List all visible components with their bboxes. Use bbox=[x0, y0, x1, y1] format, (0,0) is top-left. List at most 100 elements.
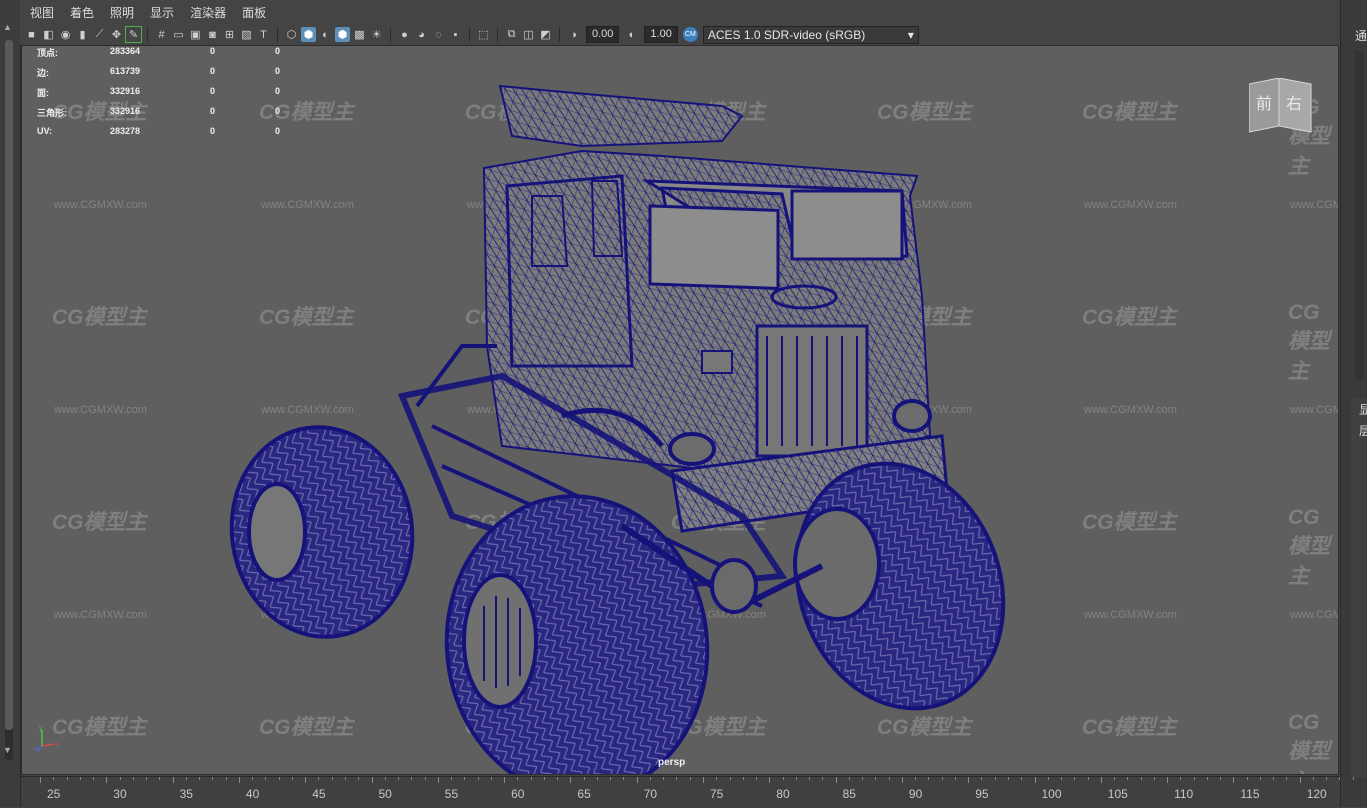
panel-menu-bar: 视图 着色 照明 显示 渲染器 面板 bbox=[20, 0, 1340, 24]
time-slider[interactable]: 25 30 35 40 45 50 55 60 65 70 75 80 85 90 95 100 105 110 1… bbox=[21, 776, 1354, 808]
xray-joints-icon[interactable]: ⧉ bbox=[504, 27, 519, 42]
menu-lighting[interactable]: 照明 bbox=[102, 4, 142, 21]
timeline-tick-mark bbox=[185, 777, 187, 780]
ambient-occlusion-icon[interactable]: ◕ bbox=[414, 27, 429, 42]
timeline-tick-mark bbox=[862, 777, 864, 780]
film-gate-icon[interactable]: ▭ bbox=[171, 27, 186, 42]
viewcube-right-label: 右 bbox=[1286, 94, 1302, 113]
safe-title-icon[interactable]: T bbox=[256, 27, 271, 42]
view-cube[interactable]: 前 右 bbox=[1249, 78, 1313, 138]
timeline-tick-mark bbox=[384, 777, 386, 780]
resolution-gate-icon[interactable]: ▣ bbox=[188, 27, 203, 42]
scroll-up-icon[interactable]: ▲ bbox=[3, 22, 12, 32]
timeline-tick-mark bbox=[1233, 777, 1235, 783]
backface-culling-icon[interactable]: ◩ bbox=[538, 27, 553, 42]
bookmark-flag-icon[interactable]: ▮ bbox=[75, 27, 90, 42]
left-scrollbar-thumb[interactable] bbox=[5, 40, 13, 730]
timeline-tick-mark bbox=[610, 777, 612, 780]
timeline-tick-mark bbox=[1352, 777, 1354, 780]
shadows-icon[interactable]: ● bbox=[397, 27, 412, 42]
2d-pan-zoom-icon[interactable]: ✥ bbox=[109, 27, 124, 42]
xray-active-icon[interactable]: ◫ bbox=[521, 27, 536, 42]
select-camera-icon[interactable]: ■ bbox=[24, 27, 39, 42]
timeline-tick-mark bbox=[1127, 777, 1129, 780]
timeline-tick-mark bbox=[490, 777, 492, 780]
menu-shading[interactable]: 着色 bbox=[62, 4, 102, 21]
timeline-tick-mark bbox=[782, 777, 784, 780]
timeline-tick-mark bbox=[318, 777, 320, 780]
timeline-tick-mark bbox=[729, 777, 731, 780]
chevron-down-icon: ▾ bbox=[907, 27, 914, 42]
timeline-tick-mark bbox=[1047, 777, 1049, 780]
timeline-tick-mark bbox=[504, 777, 506, 783]
timeline-tick-mark bbox=[941, 777, 943, 780]
monster-truck-wireframe[interactable] bbox=[22, 46, 1339, 775]
right-side-panel: 通 显 层 bbox=[1340, 0, 1367, 807]
camera-attributes-icon[interactable]: ◧ bbox=[41, 27, 56, 42]
xray-icon[interactable]: ▩ bbox=[352, 27, 367, 42]
timeline-tick-mark bbox=[146, 777, 148, 780]
anti-alias-icon[interactable]: ▪ bbox=[448, 27, 463, 42]
gate-mask-icon[interactable]: ◙ bbox=[205, 27, 220, 42]
timeline-tick-mark bbox=[1273, 777, 1275, 780]
right-panel-display-tab[interactable]: 显 bbox=[1359, 401, 1367, 418]
timeline-tick-mark bbox=[769, 777, 771, 783]
timeline-tick-label: 90 bbox=[908, 787, 923, 801]
timeline-tick-mark bbox=[1153, 777, 1155, 780]
stat-label: UV: bbox=[37, 126, 53, 136]
wireframe-on-shaded-icon[interactable]: ⬢ bbox=[335, 27, 350, 42]
menu-view[interactable]: 视图 bbox=[20, 4, 62, 21]
timeline-tick-mark bbox=[424, 777, 426, 780]
panel-toolbar: ■ ◧ ◉ ▮ ⟋ ✥ ✎ # ▭ ▣ ◙ ⊞ ▧ T ⬡ ⬢ ◐ ⬢ ▩ ☀ … bbox=[20, 24, 1340, 45]
bookmark-icon[interactable]: ◉ bbox=[58, 27, 73, 42]
grid-icon[interactable]: # bbox=[154, 27, 169, 42]
default-material-icon[interactable]: ◐ bbox=[318, 27, 333, 42]
lighting-icon[interactable]: ☀ bbox=[369, 27, 384, 42]
right-panel-layer-tab[interactable]: 层 bbox=[1359, 422, 1367, 439]
timeline-tick-mark bbox=[212, 777, 214, 780]
toolbar-separator bbox=[559, 27, 560, 42]
motion-blur-icon[interactable]: ◌ bbox=[431, 27, 446, 42]
timeline-tick-mark bbox=[981, 777, 983, 780]
timeline-tick-mark bbox=[1220, 777, 1222, 780]
view-transform-select[interactable]: ACES 1.0 SDR-video (sRGB) ▾ bbox=[702, 25, 919, 44]
menu-panels[interactable]: 面板 bbox=[234, 4, 274, 21]
gamma-icon[interactable]: ◐ bbox=[624, 27, 639, 42]
timeline-tick-mark bbox=[411, 777, 413, 780]
timeline-tick-mark bbox=[1286, 777, 1288, 780]
timeline-tick-mark bbox=[1326, 777, 1328, 780]
stat-value: 332916 bbox=[110, 86, 141, 96]
smooth-shade-icon[interactable]: ⬢ bbox=[301, 27, 316, 42]
field-chart-icon[interactable]: ⊞ bbox=[222, 27, 237, 42]
left-scrollbar[interactable] bbox=[5, 40, 13, 760]
image-plane-icon[interactable]: ⟋ bbox=[92, 27, 107, 42]
menu-renderer[interactable]: 渲染器 bbox=[182, 4, 234, 21]
timeline-tick-mark bbox=[663, 777, 665, 780]
menu-show[interactable]: 显示 bbox=[142, 4, 182, 21]
3d-viewport[interactable]: CG模型主CG模型主CG模型主CG模型主CG模型主CG模型主CG模型主CG模型主… bbox=[21, 45, 1339, 775]
color-management-icon[interactable]: CM bbox=[682, 27, 698, 42]
timeline-tick-mark bbox=[238, 777, 240, 783]
scroll-down-icon[interactable]: ▼ bbox=[3, 745, 12, 755]
wireframe-icon[interactable]: ⬡ bbox=[284, 27, 299, 42]
right-scrollbar[interactable] bbox=[1355, 50, 1363, 380]
timeline-tick-mark bbox=[809, 777, 811, 780]
grease-pencil-icon[interactable]: ✎ bbox=[125, 26, 142, 43]
exposure-field[interactable]: 0.00 bbox=[586, 26, 620, 43]
left-toolbox-strip: ▲ ▼ bbox=[0, 0, 21, 807]
timeline-tick-mark bbox=[477, 777, 479, 780]
safe-action-icon[interactable]: ▧ bbox=[239, 27, 254, 42]
stat-value: 0 bbox=[210, 106, 216, 116]
exposure-icon[interactable]: ◑ bbox=[566, 27, 581, 42]
timeline-tick-mark bbox=[1007, 777, 1009, 780]
timeline-tick-label: 75 bbox=[710, 787, 724, 801]
right-panel-tab-label[interactable]: 通 bbox=[1355, 27, 1367, 44]
timeline-tick-mark bbox=[172, 777, 174, 783]
timeline-tick-mark bbox=[344, 777, 346, 780]
gamma-field[interactable]: 1.00 bbox=[644, 26, 678, 43]
isolate-select-icon[interactable]: ⬚ bbox=[476, 27, 491, 42]
timeline-tick-mark bbox=[1259, 777, 1261, 780]
timeline-tick-mark bbox=[915, 777, 917, 780]
timeline-tick-mark bbox=[1061, 777, 1063, 780]
stat-value: 0 bbox=[275, 46, 281, 56]
